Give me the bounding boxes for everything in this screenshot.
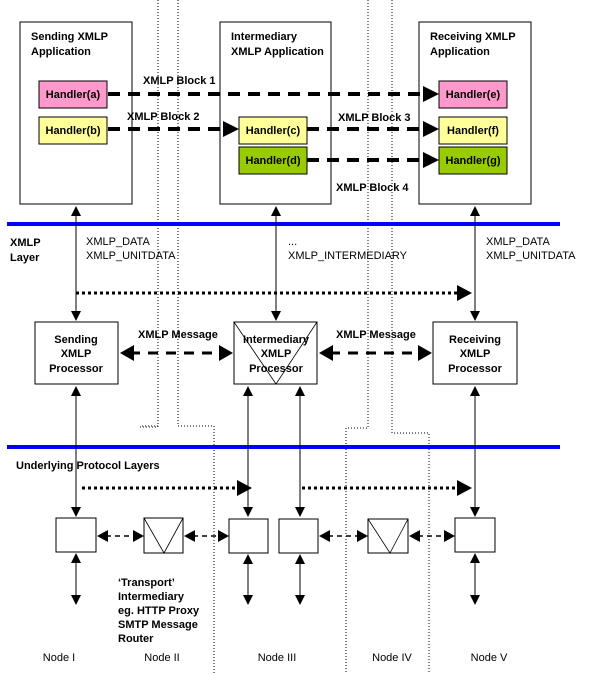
sending-primitive-2: XMLP_UNITDATA: [86, 250, 176, 262]
handler-g: Handler(g): [438, 146, 508, 175]
sending-app-title-2: Application: [31, 46, 91, 58]
receiving-primitive-2: XMLP_UNITDATA: [486, 250, 576, 262]
underlying-protocol-layers-label: Underlying Protocol Layers: [16, 460, 160, 472]
hop-2-3-head-b: [218, 530, 229, 542]
node-3-stack-box-1: [228, 518, 269, 554]
handler-a-label: Handler(a): [46, 89, 101, 101]
block-2-label: XMLP Block 2: [127, 111, 200, 123]
handler-f-label: Handler(f): [447, 125, 499, 137]
sending-processor: Sending XMLP Processor: [34, 321, 119, 385]
hop-3-4-head-a: [319, 530, 330, 542]
hop-1-2-head-b: [133, 530, 144, 542]
xmlp-message-left-head-b: [219, 345, 233, 361]
intermediary-primitive-1: ...: [288, 236, 297, 248]
node-boundary-1-lower: [140, 0, 159, 427]
xmlp-layer-label-1: XMLP: [10, 237, 41, 249]
intermediary-processor-label-1: Intermediary: [243, 334, 310, 346]
transport-note-2: Intermediary: [118, 591, 185, 603]
intermediary-primitive-2: XMLP_INTERMEDIARY: [288, 250, 408, 262]
sending-app-title-1: Sending XMLP: [31, 31, 108, 43]
node-label-1: Node I: [43, 652, 75, 664]
intermediary-app-title-1: Intermediary: [231, 31, 298, 43]
receiving-processor-label-2: XMLP: [460, 348, 491, 360]
handler-e-label: Handler(e): [446, 89, 501, 101]
transport-note-4: SMTP Message: [118, 619, 198, 631]
xmlp-message-left-head-a: [120, 345, 134, 361]
receiving-primitive-1: XMLP_DATA: [486, 236, 550, 248]
transport-note-5: Router: [118, 633, 154, 645]
node-boundary-1: [140, 0, 159, 428]
protocol-logical-path-2-arrowhead: [457, 480, 472, 496]
handler-e: Handler(e): [438, 80, 508, 109]
xmlp-message-label-left: XMLP Message: [138, 329, 218, 341]
node-label-4: Node IV: [372, 652, 412, 664]
xmlp-layer-label-2: Layer: [10, 252, 40, 264]
xmlp-message-label-right: XMLP Message: [336, 329, 416, 341]
xmlp-architecture-diagram: Sending XMLP Application Intermediary XM…: [7, 0, 576, 674]
node-2-transport-box: [143, 517, 184, 554]
hop-2-3-head-a: [184, 530, 195, 542]
handler-b: Handler(b): [38, 116, 108, 145]
handler-d-label: Handler(d): [246, 155, 301, 167]
handler-f: Handler(f): [438, 116, 508, 145]
receiving-app-title-2: Application: [430, 46, 490, 58]
hop-4-5-head-a: [409, 530, 420, 542]
intermediary-processor-label-2: XMLP: [261, 348, 292, 360]
xmlp-message-right-head-a: [319, 345, 333, 361]
intermediary-app-title-2: XMLP Application: [231, 46, 324, 58]
protocol-layer-line: [7, 445, 560, 449]
intermediary-processor: Intermediary XMLP Processor: [233, 321, 318, 385]
handler-d: Handler(d): [238, 146, 308, 175]
node-label-3: Node III: [258, 652, 297, 664]
sending-primitive-1: XMLP_DATA: [86, 236, 150, 248]
sending-processor-label-1: Sending: [54, 334, 97, 346]
intermediary-processor-label-3: Processor: [249, 363, 304, 375]
node-1-stack-box: [55, 517, 97, 553]
hop-3-4-head-b: [357, 530, 368, 542]
handler-c: Handler(c): [238, 116, 308, 145]
handler-a: Handler(a): [38, 80, 108, 109]
receiving-app-title-1: Receiving XMLP: [430, 31, 516, 43]
hop-4-5-head-b: [444, 530, 455, 542]
transport-note-3: eg. HTTP Proxy: [118, 605, 200, 617]
node-5-stack-box: [454, 517, 496, 553]
xmlp-layer-line: [7, 222, 560, 226]
sending-processor-label-2: XMLP: [61, 348, 92, 360]
hop-1-2-head-a: [97, 530, 108, 542]
node-label-5: Node V: [471, 652, 508, 664]
node-4-transport-box: [367, 518, 409, 554]
node-label-2: Node II: [144, 652, 179, 664]
handler-b-label: Handler(b): [46, 125, 101, 137]
handler-g-label: Handler(g): [446, 155, 501, 167]
block-1-label: XMLP Block 1: [143, 75, 216, 87]
block-3-label: XMLP Block 3: [338, 112, 411, 124]
transport-note-1: ‘Transport’: [118, 577, 175, 589]
xmlp-message-right-head-b: [418, 345, 432, 361]
xmlp-logical-path-arrowhead: [457, 285, 472, 301]
node-3-stack-box-2: [278, 518, 319, 554]
block-4-label: XMLP Block 4: [336, 182, 409, 194]
sending-processor-label-3: Processor: [49, 363, 104, 375]
receiving-processor-label-3: Processor: [448, 363, 503, 375]
receiving-processor-label-1: Receiving: [449, 334, 501, 346]
handler-c-label: Handler(c): [246, 125, 301, 137]
protocol-logical-path-1-arrowhead: [237, 480, 252, 496]
receiving-processor: Receiving XMLP Processor: [432, 321, 518, 385]
